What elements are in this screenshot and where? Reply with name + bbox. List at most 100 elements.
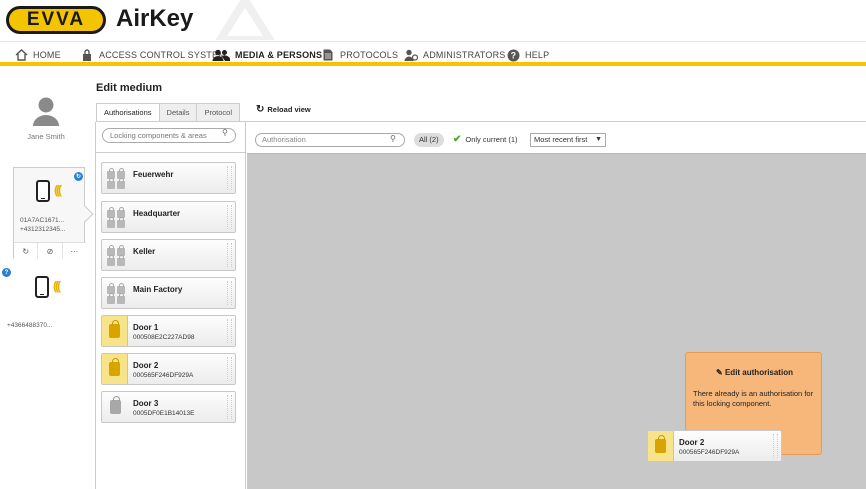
medium-card-actions: ↻ ⊘ ··· [14, 242, 86, 259]
sort-select[interactable]: Most recent first ▼ [530, 133, 606, 147]
nav-protocols[interactable]: PROTOCOLS [321, 46, 398, 64]
nfc-waves-icon: ((( [54, 183, 62, 197]
persons-icon [212, 48, 230, 62]
home-icon [14, 48, 28, 62]
evva-logo[interactable]: EVVA [6, 6, 106, 34]
edit-authorisation-title: ✎ Edit authorisation [686, 368, 823, 377]
area-name: Main Factory [133, 285, 183, 294]
help-icon: ? [506, 48, 520, 62]
nav-home[interactable]: HOME [14, 46, 61, 64]
svg-text:?: ? [510, 50, 516, 60]
nfc-waves-icon: ((( [53, 279, 61, 293]
only-current-label: Only current (1) [465, 135, 518, 144]
main-nav: HOME ACCESS CONTROL SYSTEM MEDIA & PERSO… [0, 41, 866, 66]
cylinder-icon [102, 392, 128, 422]
drag-handle[interactable] [227, 243, 232, 267]
area-item-keller[interactable]: Keller [101, 239, 236, 271]
block-icon[interactable]: ⊘ [38, 243, 63, 259]
phone-icon [36, 180, 50, 202]
medium-id[interactable]: +4366488370... [7, 322, 52, 329]
search-icon[interactable]: ⚲ [222, 128, 228, 137]
refresh-icon[interactable]: ↻ [14, 243, 39, 259]
edit-authorisation-message: There already is an authorisation for th… [693, 389, 814, 408]
cylinder-icon [102, 354, 128, 384]
pencil-icon: ✎ [716, 368, 723, 377]
medium-id-line1: 01A7AC1671... [20, 217, 65, 224]
reload-icon: ↻ [256, 104, 265, 115]
sync-badge-icon: ↻ [74, 172, 83, 181]
locking-search-input[interactable]: Locking components & areas [102, 128, 236, 143]
nav-label: HELP [525, 50, 550, 60]
door-item-door-3[interactable]: Door 3 0005DF0E1B14013E [101, 391, 236, 423]
app-name: AirKey [116, 5, 194, 32]
door-serial: 000508E2C227AD98 [133, 334, 195, 341]
door-serial: 0005DF0E1B14013E [133, 410, 195, 417]
door-name: Door 3 [133, 399, 159, 408]
panel-divider [96, 152, 245, 153]
reload-label: Reload view [267, 105, 311, 114]
door-serial: 000565F246DF929A [133, 372, 194, 379]
area-item-main-factory[interactable]: Main Factory [101, 277, 236, 309]
checkmark-icon: ✔ [453, 134, 462, 145]
more-icon[interactable]: ··· [63, 243, 86, 259]
area-name: Keller [133, 247, 156, 256]
door-item-door-1[interactable]: Door 1 000508E2C227AD98 [101, 315, 236, 347]
person-avatar-icon[interactable] [32, 96, 60, 126]
area-locks-icon [106, 207, 128, 228]
admin-icon [404, 48, 418, 62]
info-badge-icon: ? [2, 268, 11, 277]
drag-handle[interactable] [227, 166, 232, 190]
phone-icon[interactable] [35, 276, 49, 298]
cylinder-icon [648, 431, 674, 461]
nav-media-persons[interactable]: MEDIA & PERSONS [212, 46, 322, 64]
area-name: Headquarter [133, 209, 181, 218]
app-header: EVVA AirKey [0, 0, 866, 40]
door-serial: 000565F246DF929A [679, 449, 740, 456]
nav-label: HOME [33, 50, 61, 60]
door-item-door-2[interactable]: Door 2 000565F246DF929A [101, 353, 236, 385]
drag-handle[interactable] [227, 319, 232, 343]
drag-handle[interactable] [227, 395, 232, 419]
tab-protocol[interactable]: Protocol [196, 103, 240, 121]
watermark-graphic [215, 0, 275, 40]
area-item-feuerwehr[interactable]: Feuerwehr [101, 162, 236, 194]
search-icon[interactable]: ⚲ [390, 134, 396, 143]
lock-icon [80, 48, 94, 62]
nav-administrators[interactable]: ADMINISTRATORS [404, 46, 505, 64]
filter-only-current[interactable]: ✔ Only current (1) [453, 134, 518, 145]
persons-column: Jane Smith ((( ↻ 01A7AC1671... +43123123… [0, 70, 94, 489]
area-item-headquarter[interactable]: Headquarter [101, 201, 236, 233]
reload-view-button[interactable]: ↻ Reload view [256, 104, 311, 115]
tab-authorisations[interactable]: Authorisations [96, 103, 160, 121]
chevron-down-icon: ▼ [595, 136, 602, 143]
area-locks-icon [106, 245, 128, 266]
medium-id-line2: +4312312345... [20, 226, 66, 233]
tab-details[interactable]: Details [158, 103, 198, 121]
nav-label: ACCESS CONTROL SYSTEM [99, 50, 226, 60]
filter-all-pill[interactable]: All (2) [414, 133, 444, 147]
drag-handle[interactable] [227, 205, 232, 229]
area-locks-icon [106, 168, 128, 189]
area-name: Feuerwehr [133, 170, 174, 179]
selection-notch [76, 205, 94, 223]
medium-id: 01A7AC1671... +4312312345... [20, 216, 65, 234]
drag-handle[interactable] [227, 281, 232, 305]
edit-authorisation-label: Edit authorisation [724, 368, 793, 377]
drag-handle[interactable] [773, 434, 778, 458]
nav-access-control-system[interactable]: ACCESS CONTROL SYSTEM [80, 46, 226, 64]
authorisation-search-input[interactable]: Authorisation [255, 133, 405, 147]
sort-value: Most recent first [534, 135, 588, 144]
nav-help[interactable]: ? HELP [506, 46, 549, 64]
locking-components-panel: Locking components & areas ⚲ Feuerwehr H… [95, 122, 246, 489]
edit-medium-tabs: Authorisations Details Protocol [96, 103, 240, 121]
document-icon [321, 48, 335, 62]
nav-label: MEDIA & PERSONS [235, 50, 323, 60]
drag-handle[interactable] [227, 357, 232, 381]
dragged-door-item[interactable]: Door 2 000565F246DF929A [647, 430, 782, 462]
edit-medium-title: Edit medium [96, 82, 163, 94]
door-name: Door 2 [679, 438, 705, 447]
medium-card-selected[interactable]: ((( ↻ 01A7AC1671... +4312312345... ↻ ⊘ ·… [13, 167, 94, 259]
cylinder-icon [102, 316, 128, 346]
person-name[interactable]: Jane Smith [0, 132, 92, 141]
nav-label: PROTOCOLS [340, 50, 399, 60]
